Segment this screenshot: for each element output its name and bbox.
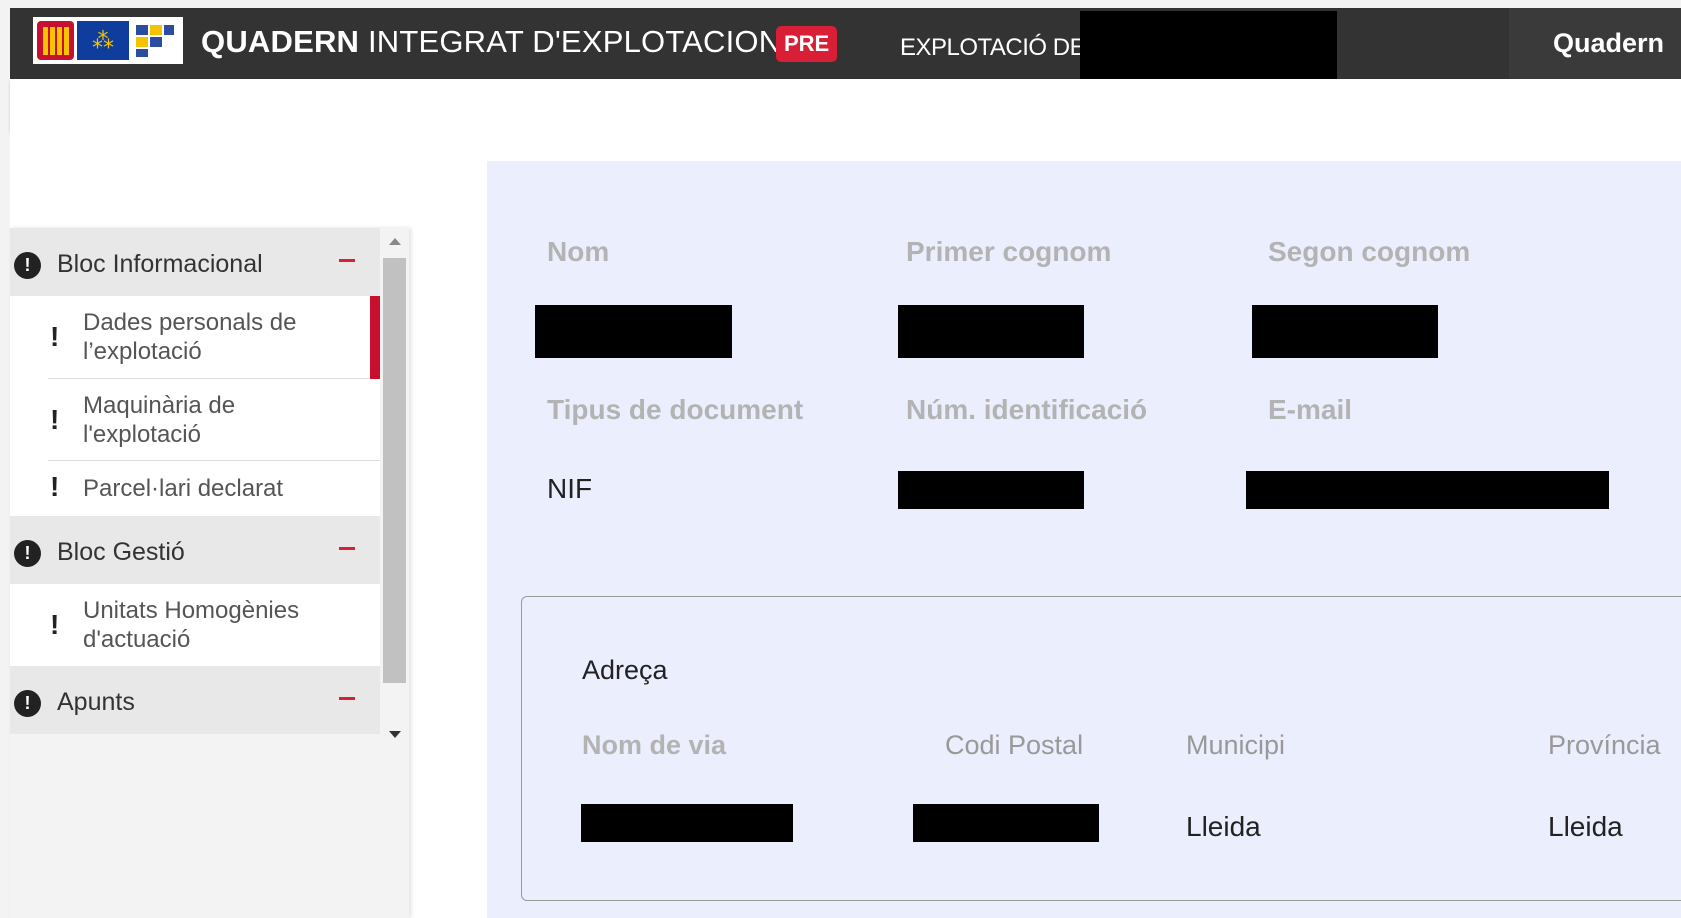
sidebar-item-dades-personals[interactable]: ! Dades personals de l’explotació [10, 296, 380, 379]
sidebar-scrollbar[interactable] [382, 228, 408, 750]
quadern-menu-label: Quadern [1553, 28, 1665, 58]
group-label: Bloc Informacional [57, 250, 263, 278]
app-title-bold: QUADERN [201, 24, 360, 59]
redacted-explotacio-name [1080, 11, 1337, 83]
label-email: E-mail [1268, 394, 1353, 425]
item-label: Maquinària de l'explotació [83, 392, 236, 448]
redacted-segon-cognom-value [1252, 305, 1438, 358]
app-title-rest: INTEGRAT D'EXPLOTACIONS [359, 24, 803, 59]
collapse-icon[interactable] [339, 259, 355, 262]
exclamation-icon: ! [50, 471, 60, 502]
item-label: Unitats Homogènies d'actuació [83, 597, 300, 653]
redacted-email-value [1246, 471, 1609, 509]
label-municipi: Municipi [1186, 730, 1286, 760]
generalitat-logo-icon [37, 21, 74, 60]
exclamation-circle-icon: ! [14, 690, 41, 717]
redacted-nom-via-value [581, 804, 793, 842]
label-codi-postal: Codi Postal [945, 730, 1084, 760]
redacted-codi-postal-value [913, 804, 1099, 842]
group-label: Apunts [57, 688, 135, 716]
group-label: Bloc Gestió [57, 538, 185, 566]
exclamation-circle-icon: ! [14, 252, 41, 279]
institution-logo[interactable]: ⁂ [33, 17, 183, 64]
sidebar-item-maquinaria[interactable]: ! Maquinària de l'explotació [10, 379, 380, 461]
value-provincia: Lleida [1548, 811, 1623, 842]
label-provincia: Província [1548, 730, 1661, 760]
label-primer-cognom: Primer cognom [906, 236, 1112, 267]
scroll-up-arrow-icon[interactable] [389, 238, 401, 245]
quadern-menu[interactable]: Quadern [1509, 8, 1681, 79]
sidebar-group-bloc-informacional[interactable]: ! Bloc Informacional [10, 228, 380, 296]
sidebar-menu: ! Bloc Informacional ! Dades personals d… [10, 228, 380, 750]
sidebar-group-apunts[interactable]: ! Apunts [10, 666, 380, 734]
app-title: QUADERN INTEGRAT D'EXPLOTACIONS [201, 24, 802, 60]
value-tipus-document: NIF [547, 473, 593, 504]
label-num-identificacio: Núm. identificació [906, 394, 1148, 425]
exclamation-icon: ! [50, 404, 60, 435]
sidebar-group-bloc-gestio[interactable]: ! Bloc Gestió [10, 516, 380, 584]
sidebar-item-unitats-homogenies[interactable]: ! Unitats Homogènies d'actuació [10, 584, 380, 666]
collapse-icon[interactable] [339, 697, 355, 700]
eu-flag-icon: ⁂ [77, 21, 129, 60]
feader-logo-icon [132, 21, 176, 60]
collapse-icon[interactable] [339, 547, 355, 550]
label-nom-via: Nom de via [582, 730, 727, 760]
scroll-down-arrow-icon[interactable] [389, 731, 401, 738]
redacted-primer-cognom-value [898, 305, 1084, 358]
exclamation-icon: ! [50, 321, 60, 352]
value-municipi: Lleida [1186, 811, 1261, 842]
item-label: Dades personals de l’explotació [83, 309, 297, 365]
address-title: Adreça [582, 655, 668, 685]
label-nom: Nom [547, 236, 610, 267]
label-tipus-document: Tipus de document [547, 394, 804, 425]
redacted-nom-value [535, 305, 732, 358]
app-header: ⁂ QUADERN INTEGRAT D'EXPLOTACIONS PRE EX… [10, 8, 1681, 83]
explotacio-label: EXPLOTACIÓ DE: [900, 34, 1092, 61]
item-label: Parcel·lari declarat [83, 475, 284, 502]
environment-badge: PRE [776, 26, 838, 62]
exclamation-icon: ! [50, 609, 60, 640]
sidebar: ! Bloc Informacional ! Dades personals d… [10, 228, 409, 918]
redacted-num-identificacio-value [898, 471, 1084, 509]
label-segon-cognom: Segon cognom [1268, 236, 1471, 267]
address-section: Adreça Nom de via Codi Postal Municipi P… [521, 596, 1681, 901]
scrollbar-thumb[interactable] [383, 258, 406, 683]
exclamation-circle-icon: ! [14, 540, 41, 567]
sub-toolbar [10, 79, 1681, 131]
sidebar-item-parcellari[interactable]: ! Parcel·lari declarat [10, 461, 380, 516]
